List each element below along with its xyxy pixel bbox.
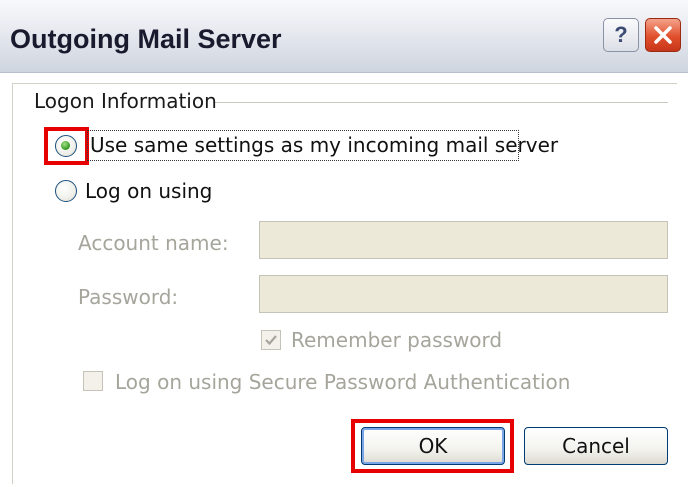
password-input[interactable] (259, 275, 668, 313)
account-name-label: Account name: (78, 231, 229, 255)
remember-password-checkbox[interactable] (261, 330, 281, 350)
group-label: Logon Information (34, 89, 217, 113)
close-icon (654, 26, 672, 44)
spa-label: Log on using Secure Password Authenticat… (115, 370, 571, 394)
title-bar[interactable]: Outgoing Mail Server ? (0, 0, 688, 73)
spa-checkbox[interactable] (83, 371, 103, 391)
radio-highlight-box (44, 127, 89, 165)
group-separator (215, 102, 668, 103)
ok-button[interactable]: OK (361, 427, 505, 465)
dialog-content: Logon Information Use same settings as m… (0, 73, 688, 487)
cancel-button[interactable]: Cancel (524, 427, 668, 465)
option-log-on-using-label[interactable]: Log on using (85, 179, 212, 203)
option-same-settings-label[interactable]: Use same settings as my incoming mail se… (90, 133, 558, 157)
close-button[interactable] (645, 18, 681, 52)
checkmark-icon (265, 335, 277, 346)
help-icon: ? (614, 22, 628, 47)
password-label: Password: (78, 285, 179, 309)
radio-log-on-using[interactable] (55, 180, 77, 202)
window-title: Outgoing Mail Server (10, 24, 282, 54)
account-name-input[interactable] (259, 221, 668, 259)
remember-password-label: Remember password (291, 328, 503, 352)
outgoing-mail-server-dialog: Outgoing Mail Server ? Logon Information… (0, 0, 688, 487)
help-button[interactable]: ? (603, 18, 639, 52)
